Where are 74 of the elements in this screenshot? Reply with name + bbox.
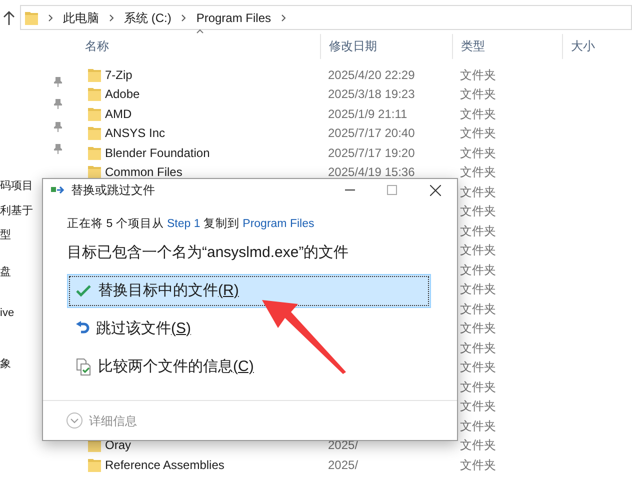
file-type: 文件夹 [460,165,496,180]
folder-icon [88,106,101,121]
source-link[interactable]: Step 1 [167,218,200,230]
address-bar[interactable]: 此电脑 系统 (C:) Program Files [20,5,632,30]
modified-date: 2025/3/18 19:23 [328,87,415,102]
copy-status-text: 正在将 5 个项目从 Step 1 复制到 Program Files [67,216,316,232]
file-type: 文件夹 [460,87,496,102]
file-type: 文件夹 [460,438,496,452]
column-header[interactable]: 修改日期 [329,37,377,55]
close-icon[interactable] [430,184,441,196]
chevron-right-icon [109,14,114,22]
folder-icon [88,68,101,82]
file-type: 文件夹 [460,418,496,433]
file-type: 文件夹 [460,282,496,296]
folder-icon [25,10,38,24]
pin-icon[interactable] [54,99,62,109]
file-type: 文件夹 [460,184,496,199]
folder-icon [88,165,101,180]
file-name[interactable]: Blender Foundation [105,144,210,162]
file-type: 文件夹 [460,380,496,394]
file-type: 文件夹 [460,243,496,258]
file-type: 文件夹 [460,68,496,82]
chevron-right-icon [281,14,286,22]
documents-icon [76,358,92,376]
copy-arrow-icon [51,186,65,194]
choice-option[interactable]: 替换目标中的文件(R) [67,274,431,308]
modified-date: 2025/4/20 22:29 [328,68,415,82]
modified-date: 2025/4/19 15:36 [328,165,415,180]
file-name[interactable]: AMD [105,104,132,123]
file-type: 文件夹 [460,321,496,336]
file-type: 文件夹 [460,360,496,374]
file-type: 文件夹 [460,146,496,160]
choice-option[interactable]: 跳过该文件(S) [67,312,431,346]
checkmark-icon [76,284,92,298]
column-header[interactable]: 类型 [461,37,485,55]
breadcrumb[interactable]: 系统 (C:) [124,8,172,26]
modified-date: 2025/ [328,458,358,472]
breadcrumb[interactable]: 此电脑 [63,8,99,26]
pin-icon[interactable] [54,122,62,132]
chevron-right-icon [181,14,186,22]
file-type: 文件夹 [460,204,496,218]
up-arrow-icon[interactable] [3,10,15,24]
folder-icon [88,458,101,472]
column-header[interactable]: 大小 [571,37,595,55]
folder-icon [88,146,101,160]
file-name[interactable]: ANSYS Inc [105,124,166,142]
file-type: 文件夹 [460,399,496,414]
pin-icon[interactable] [54,77,62,87]
file-name[interactable]: 7-Zip [105,66,132,84]
maximize-icon[interactable] [387,185,397,195]
modified-date: 2025/ [328,438,358,452]
file-name[interactable]: Common Files [105,163,182,182]
file-type: 文件夹 [460,126,496,140]
modified-date: 2025/1/9 21:11 [328,106,408,121]
file-type: 文件夹 [460,262,496,277]
file-type: 文件夹 [460,340,496,355]
file-type: 文件夹 [460,106,496,121]
file-name[interactable]: Reference Assemblies [105,456,224,474]
folder-icon [88,126,101,140]
folder-icon [88,87,101,102]
dialog-title: 替换或跳过文件 [71,182,155,199]
file-name[interactable]: Adobe [105,85,140,104]
destination-link[interactable]: Program Files [242,218,314,230]
modified-date: 2025/7/17 19:20 [328,146,415,160]
chevron-right-icon [48,14,53,22]
breadcrumb[interactable]: Program Files [196,8,272,26]
modified-date: 2025/7/17 20:40 [328,126,415,140]
expand-chevron-icon[interactable] [66,412,83,429]
pin-icon[interactable] [54,144,62,154]
file-type: 文件夹 [460,458,496,472]
file-type: 文件夹 [460,224,496,238]
file-type: 文件夹 [460,302,496,316]
conflict-message: 目标已包含一个名为“ansyslmd.exe”的文件 [67,243,350,264]
column-header[interactable]: 名称 [85,37,109,55]
